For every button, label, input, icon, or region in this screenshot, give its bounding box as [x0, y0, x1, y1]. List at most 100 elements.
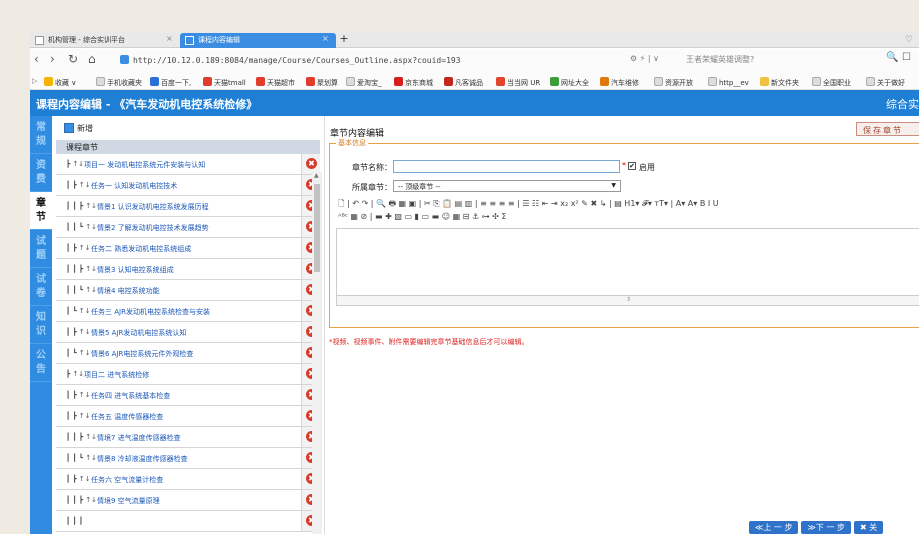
tree-row[interactable]: ┃ ┃ ┗ ↑↓ 情境4 电控系统功能✖	[56, 280, 320, 301]
tree-row-label[interactable]: 情景8 冷却液温度传感器检查	[97, 455, 188, 463]
bookmark-item[interactable]: http__ev	[708, 77, 749, 87]
add-chapter-button[interactable]: 新增	[64, 123, 93, 134]
tree-indent-glyphs[interactable]: ┃ ┃ ┗ ↑↓	[66, 286, 97, 294]
tree-indent-glyphs[interactable]: ┃ ┣ ↑↓	[66, 328, 91, 336]
sidebar-item-fees[interactable]: 资 费	[30, 154, 52, 192]
tree-indent-glyphs[interactable]: ┃ ┃ ┃	[66, 517, 83, 525]
bookmark-item[interactable]: 天猫超市	[256, 77, 295, 88]
tree-indent-glyphs[interactable]: ┃ ┃ ┗ ↑↓	[66, 223, 97, 231]
scrollbar-thumb[interactable]	[314, 184, 320, 272]
tree-row-label[interactable]: 情境9 空气流量原理	[97, 497, 160, 505]
enable-checkbox[interactable]: ✔	[628, 162, 636, 170]
tree-row-label[interactable]: 情景3 认知电控系统组成	[97, 266, 174, 274]
reload-button[interactable]: ↻	[68, 52, 78, 66]
sidebar-item-questions[interactable]: 试 题	[30, 230, 52, 268]
sidebar-item-exams[interactable]: 试 卷	[30, 268, 52, 306]
tree-indent-glyphs[interactable]: ┃ ┃ ┣ ↑↓	[66, 202, 97, 210]
tree-row[interactable]: ┃ ┗ ↑↓ 情景6 AJR电控系统元件外观检查✖	[56, 343, 320, 364]
back-button[interactable]: ‹	[34, 52, 39, 66]
bookmark-item[interactable]: 全国职业	[812, 77, 851, 88]
bookmark-item[interactable]: 凡客诚品	[444, 77, 483, 88]
tree-row-label[interactable]: 任务五 温度传感器检查	[91, 413, 163, 421]
tree-row-label[interactable]: 任务四 进气系统基本检查	[91, 392, 170, 400]
tree-row[interactable]: ┃ ┣ ↑↓ 任务六 空气流量计检查✖	[56, 469, 320, 490]
new-tab-button[interactable]: +	[336, 32, 352, 48]
tree-row[interactable]: ┃ ┃ ┣ ↑↓ 情境7 进气温度传感器检查✖	[56, 427, 320, 448]
editor-toolbar-row-1[interactable]: 🗋 | ↶ ↷ | 🔍 🖶 ▦ ▣ | ✂ ⎘ 📋 ▤ ▥ | ≡ ≡ ≡ ≡ …	[338, 198, 919, 211]
tree-row-label[interactable]: 任务二 熟悉发动机电控系统组成	[91, 245, 191, 253]
tree-row[interactable]: ┃ ┃ ┗ ↑↓ 情景8 冷却液温度传感器检查✖	[56, 448, 320, 469]
tree-indent-glyphs[interactable]: ┣ ↑↓	[66, 370, 84, 378]
bookmark-item[interactable]: 百度一下,	[150, 77, 191, 88]
bookmark-item[interactable]: 爱淘宝_	[346, 77, 382, 88]
bookmark-item[interactable]: 资源开放	[654, 77, 693, 88]
tree-indent-glyphs[interactable]: ┃ ┣ ↑↓	[66, 244, 91, 252]
tree-indent-glyphs[interactable]: ┃ ┗ ↑↓	[66, 307, 91, 315]
tree-indent-glyphs[interactable]: ┃ ┣ ↑↓	[66, 391, 91, 399]
address-bar[interactable]: http://10.12.0.189:8084/manage/Course/Co…	[118, 53, 638, 68]
tree-row[interactable]: ┣ ↑↓ 项目一 发动机电控系统元件安装与认知 ✖	[56, 154, 320, 175]
tab-institution-management[interactable]: 机构管理 - 综合实训平台 ×	[30, 33, 180, 48]
chapter-name-input[interactable]	[393, 160, 620, 173]
close-icon[interactable]: ×	[322, 34, 329, 43]
bookmark-item[interactable]: 京东商城	[394, 77, 433, 88]
bookmark-item[interactable]: 手机收藏夹	[96, 77, 142, 88]
bookmark-item[interactable]: 聚划算	[306, 77, 338, 88]
sidebar-item-chapters[interactable]: 章 节	[30, 192, 52, 230]
tree-indent-glyphs[interactable]: ┃ ┣ ↑↓	[66, 181, 91, 189]
previous-step-button[interactable]: ≪上 一 步	[749, 521, 799, 534]
scroll-up-icon[interactable]: ▲	[314, 172, 319, 179]
tree-row[interactable]: ┃ ┃ ┣ ↑↓ 情景1 认识发动机电控系统发展历程✖	[56, 196, 320, 217]
tree-row[interactable]: ┃ ┣ ↑↓ 情景5 AJR发动机电控系统认知✖	[56, 322, 320, 343]
tree-row-label[interactable]: 任务一 认知发动机电控技术	[91, 182, 177, 190]
next-step-button[interactable]: ≫下 一 步	[801, 521, 851, 534]
tree-row-label[interactable]: 情境4 电控系统功能	[97, 287, 160, 295]
tree-row[interactable]: ┃ ┣ ↑↓ 任务一 认知发动机电控技术✖	[56, 175, 320, 196]
header-right-label[interactable]: 综合实	[886, 96, 919, 112]
sidebar-item-general[interactable]: 常 规	[30, 116, 52, 154]
tree-row-label[interactable]: 情景6 AJR电控系统元件外观检查	[91, 350, 193, 358]
save-chapter-button[interactable]: 保存章节	[856, 122, 919, 136]
tree-row[interactable]: ┃ ┣ ↑↓ 任务五 温度传感器检查✖	[56, 406, 320, 427]
editor-resize-handle[interactable]: ⇕	[336, 296, 919, 306]
tree-row-label[interactable]: 任务三 AJR发动机电控系统检查与安装	[91, 308, 210, 316]
bookmark-favorites[interactable]: 收藏 ∨	[44, 77, 76, 88]
bookmark-item[interactable]: 天猫tmall	[203, 77, 246, 88]
search-input[interactable]: 王者荣耀英雄调整?	[686, 54, 886, 65]
bookmark-item[interactable]: 关于做好	[866, 77, 905, 88]
bookmark-item[interactable]: 网址大全	[550, 77, 589, 88]
tree-indent-glyphs[interactable]: ┃ ┣ ↑↓	[66, 475, 91, 483]
tree-row[interactable]: ┃ ┃ ┃ ✖	[56, 511, 320, 532]
sidebar-toggle-icon[interactable]: ▷	[32, 77, 37, 85]
tree-indent-glyphs[interactable]: ┃ ┣ ↑↓	[66, 412, 91, 420]
search-icon[interactable]: 🔍 ☐	[886, 52, 911, 63]
close-button[interactable]: ✖ 关	[853, 521, 884, 534]
editor-toolbar-row-2[interactable]: ᴬᴮᶜ ▦ ⊘ | ▬ ✚ ▧ ▭ ▮ ▭ ▬ ☺ ▦ ⊟ ⚓ ⊶ ✣ Σ	[338, 212, 919, 225]
forward-button[interactable]: ›	[50, 52, 55, 66]
address-bar-icons[interactable]: ⚙ ⚡ | ∨	[630, 54, 659, 63]
home-button[interactable]: ⌂	[88, 52, 96, 66]
sidebar-item-announcements[interactable]: 公 告	[30, 344, 52, 382]
bookmark-item[interactable]: 新文件夹	[760, 77, 799, 88]
tree-row[interactable]: ┃ ┃ ┗ ↑↓ 情景2 了解发动机电控技术发展趋势✖	[56, 217, 320, 238]
tree-row[interactable]: ┃ ┃ ┣ ↑↓ 情景3 认知电控系统组成✖	[56, 259, 320, 280]
close-icon[interactable]: ×	[166, 34, 173, 43]
heart-icon[interactable]: ♡	[905, 35, 913, 45]
bookmark-item[interactable]: 汽车维修	[600, 77, 639, 88]
tree-indent-glyphs[interactable]: ┣ ↑↓	[66, 160, 84, 168]
tree-row[interactable]: ┃ ┗ ↑↓ 任务三 AJR发动机电控系统检查与安装✖	[56, 301, 320, 322]
tree-row-label[interactable]: 情景5 AJR发动机电控系统认知	[91, 329, 186, 337]
rich-text-editor-area[interactable]	[336, 228, 919, 296]
delete-button[interactable]: ✖	[301, 154, 320, 174]
tree-scrollbar[interactable]: ▲ ▼	[312, 172, 322, 534]
tree-indent-glyphs[interactable]: ┃ ┃ ┣ ↑↓	[66, 433, 97, 441]
bookmark-item[interactable]: 当当网 UR	[496, 77, 540, 88]
tree-row-label[interactable]: 任务六 空气流量计检查	[91, 476, 163, 484]
tree-row-label[interactable]: 项目二 进气系统检修	[84, 371, 149, 379]
tree-row-label[interactable]: 情境7 进气温度传感器检查	[97, 434, 181, 442]
tree-row-label[interactable]: 情景2 了解发动机电控技术发展趋势	[97, 224, 209, 232]
tree-row[interactable]: ┃ ┣ ↑↓ 任务四 进气系统基本检查✖	[56, 385, 320, 406]
tree-row-label[interactable]: 项目一 发动机电控系统元件安装与认知	[84, 161, 205, 169]
sidebar-item-knowledge[interactable]: 知 识	[30, 306, 52, 344]
tree-indent-glyphs[interactable]: ┃ ┃ ┗ ↑↓	[66, 454, 97, 462]
